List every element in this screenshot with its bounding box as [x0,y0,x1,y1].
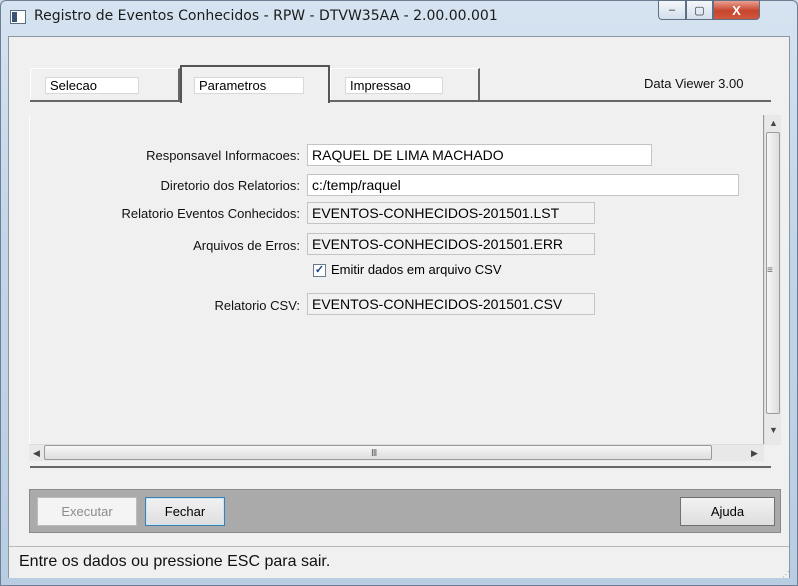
relatorio-csv-field[interactable]: EVENTOS-CONHECIDOS-201501.CSV [307,293,595,315]
tab-impressao[interactable]: Impressao [330,68,480,100]
window-title: Registro de Eventos Conhecidos - RPW - D… [34,8,498,24]
responsavel-label: Responsavel Informacoes: [146,148,300,163]
data-viewer-version: Data Viewer 3.00 [644,76,744,91]
tab-selecao[interactable]: Selecao [30,68,180,100]
horizontal-scroll-thumb[interactable] [44,445,712,460]
fechar-button[interactable]: Fechar [145,497,225,526]
responsavel-input[interactable]: RAQUEL DE LIMA MACHADO [307,144,652,166]
tab-parametros-label: Parametros [194,77,304,94]
relatorio-csv-label: Relatorio CSV: [214,298,301,313]
horizontal-thumb-grip: III [371,448,377,459]
maximize-button[interactable]: ▢ [686,0,713,20]
relatorio-eventos-label: Relatorio Eventos Conhecidos: [121,206,301,221]
relatorio-eventos-field[interactable]: EVENTOS-CONHECIDOS-201501.LST [307,202,595,224]
ajuda-button[interactable]: Ajuda [680,497,775,526]
arrow-down-icon[interactable]: ▼ [769,426,778,435]
arquivos-erros-field[interactable]: EVENTOS-CONHECIDOS-201501.ERR [307,233,595,255]
app-window-icon[interactable] [10,10,26,24]
emitir-csv-label[interactable]: Emitir dados em arquivo CSV [331,262,502,277]
arrow-left-icon[interactable]: ◀ [33,449,40,458]
arquivos-erros-label: Arquivos de Erros: [193,238,300,253]
checkbox-check-icon: ✓ [314,264,325,276]
active-tab-gap [182,99,328,103]
arrow-up-icon[interactable]: ▲ [769,119,778,128]
close-icon: X [732,2,741,18]
minimize-icon: – [668,4,676,16]
tab-impressao-label: Impressao [345,77,443,94]
button-bar [29,489,781,533]
maximize-icon: ▢ [694,4,705,17]
tab-selecao-label: Selecao [45,77,139,94]
emitir-csv-checkbox[interactable]: ✓ [313,264,326,277]
executar-button[interactable]: Executar [37,497,137,526]
tab-panel-border-bottom [30,466,771,468]
vertical-thumb-grip: ≡ [767,265,773,276]
resize-grip-icon[interactable]: ⋰ [782,570,790,579]
tab-parametros[interactable]: Parametros [180,65,330,103]
tab-panel-border-top [30,100,771,102]
diretorio-label: Diretorio dos Relatorios: [160,178,300,193]
diretorio-input[interactable]: c:/temp/raquel [307,174,739,196]
close-button[interactable]: X [713,0,760,20]
minimize-button[interactable]: – [658,0,686,20]
arrow-right-icon[interactable]: ▶ [751,449,758,458]
status-text: Entre os dados ou pressione ESC para sai… [19,553,331,570]
